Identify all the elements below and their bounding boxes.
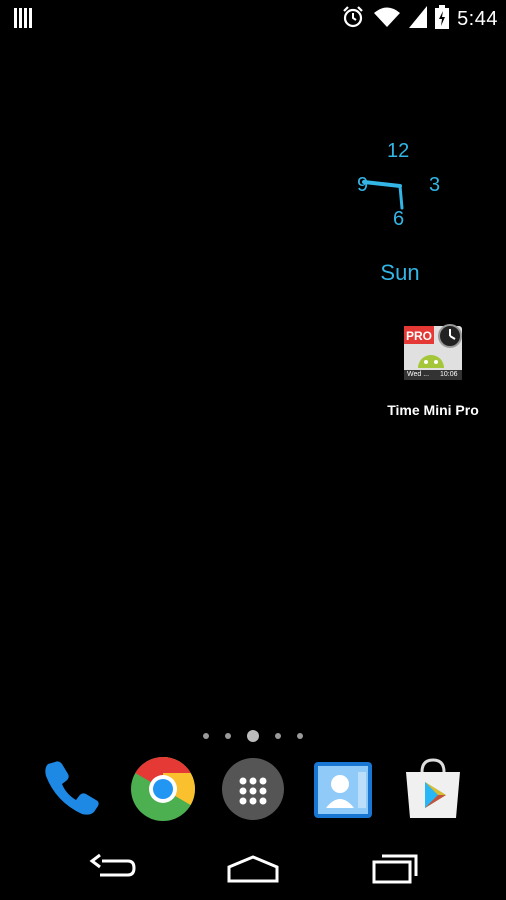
page-indicator <box>0 726 506 746</box>
app-icon-date: Wed ... <box>407 371 430 378</box>
app-icon-time: 10:06 <box>440 371 458 378</box>
wifi-icon <box>373 6 401 33</box>
home-icon[interactable] <box>218 846 288 890</box>
status-bar: 5:44 <box>0 0 506 38</box>
cell-signal-icon <box>409 5 428 33</box>
page-dot <box>203 733 209 739</box>
play-store-icon[interactable] <box>398 754 468 824</box>
page-dot-active <box>247 730 259 742</box>
page-dot <box>297 733 303 739</box>
notification-bars-icon <box>14 8 34 33</box>
navigation-bar <box>0 836 506 900</box>
back-icon[interactable] <box>78 846 148 890</box>
page-dot <box>275 733 281 739</box>
chrome-icon[interactable] <box>128 754 198 824</box>
app-shortcut-label: Time Mini Pro <box>387 402 479 418</box>
phone-icon[interactable] <box>38 754 108 824</box>
contacts-icon[interactable] <box>308 754 378 824</box>
app-icon-badge: PRO <box>406 329 433 343</box>
page-dot <box>225 733 231 739</box>
analog-clock-widget[interactable]: 12 3 6 9 <box>352 138 448 234</box>
clock-hands <box>362 180 404 210</box>
time-mini-pro-icon: PRO Wed ... 10:06 <box>404 324 462 382</box>
dock <box>0 754 506 826</box>
status-clock: 5:44 <box>457 7 498 30</box>
recents-icon[interactable] <box>360 846 430 890</box>
alarm-icon <box>341 5 365 34</box>
clock-day-label: Sun <box>380 260 420 285</box>
app-drawer-icon[interactable] <box>218 754 288 824</box>
battery-icon <box>435 4 450 34</box>
time-mini-pro-shortcut[interactable]: PRO Wed ... 10:06 Time Mini Pro <box>378 322 488 422</box>
